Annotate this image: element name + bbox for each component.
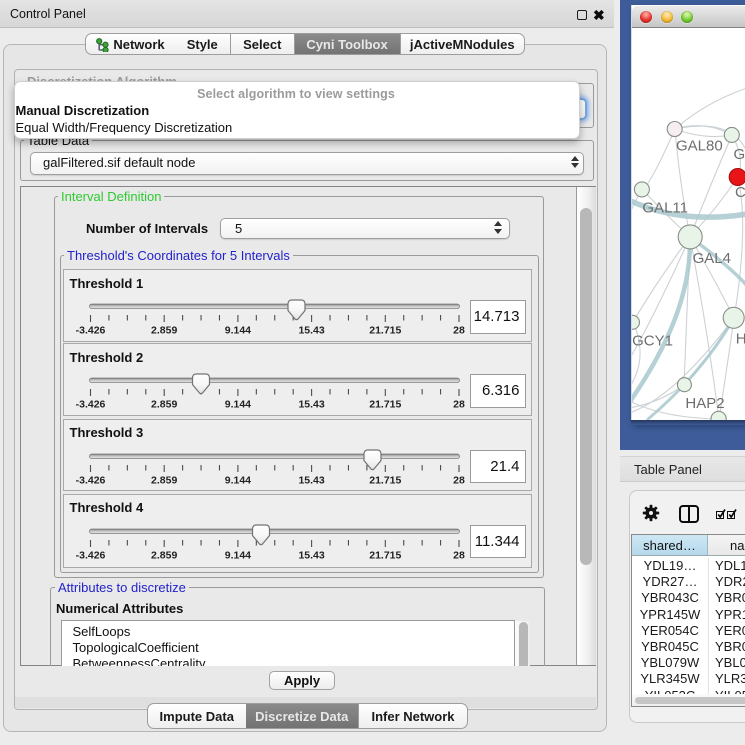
svg-text:2.859: 2.859 [151,549,177,561]
svg-text:21.715: 21.715 [369,325,401,337]
svg-text:2.859: 2.859 [151,325,177,337]
svg-text:9.144: 9.144 [224,399,250,411]
svg-text:21.715: 21.715 [369,399,401,411]
svg-text:15.43: 15.43 [298,549,324,561]
svg-text:9.144: 9.144 [224,549,250,561]
svg-text:2.859: 2.859 [151,399,177,411]
svg-text:28: 28 [453,549,465,561]
svg-text:9.144: 9.144 [224,325,250,337]
svg-text:15.43: 15.43 [298,325,324,337]
svg-text:2.859: 2.859 [151,474,177,486]
svg-text:HAP2: HAP2 [685,395,724,412]
svg-text:15.43: 15.43 [298,399,324,411]
svg-text:9.144: 9.144 [224,474,250,486]
svg-text:GCY1: GCY1 [632,333,673,350]
svg-text:-3.426: -3.426 [75,549,105,561]
svg-text:21.715: 21.715 [369,549,401,561]
svg-text:GAL80: GAL80 [676,138,723,155]
svg-text:GAL4: GAL4 [693,250,731,267]
svg-text:-3.426: -3.426 [75,474,105,486]
svg-text:28: 28 [453,399,465,411]
svg-text:HAP2: HAP2 [736,331,745,348]
svg-text:GAL7: GAL7 [734,146,745,163]
svg-text:21.715: 21.715 [369,474,401,486]
svg-text:-3.426: -3.426 [75,399,105,411]
svg-text:15.43: 15.43 [298,474,324,486]
svg-text:CDC: CDC [735,184,745,201]
svg-text:28: 28 [453,474,465,486]
svg-text:28: 28 [453,325,465,337]
svg-text:-3.426: -3.426 [75,325,105,337]
svg-text:GAL11: GAL11 [642,200,688,217]
